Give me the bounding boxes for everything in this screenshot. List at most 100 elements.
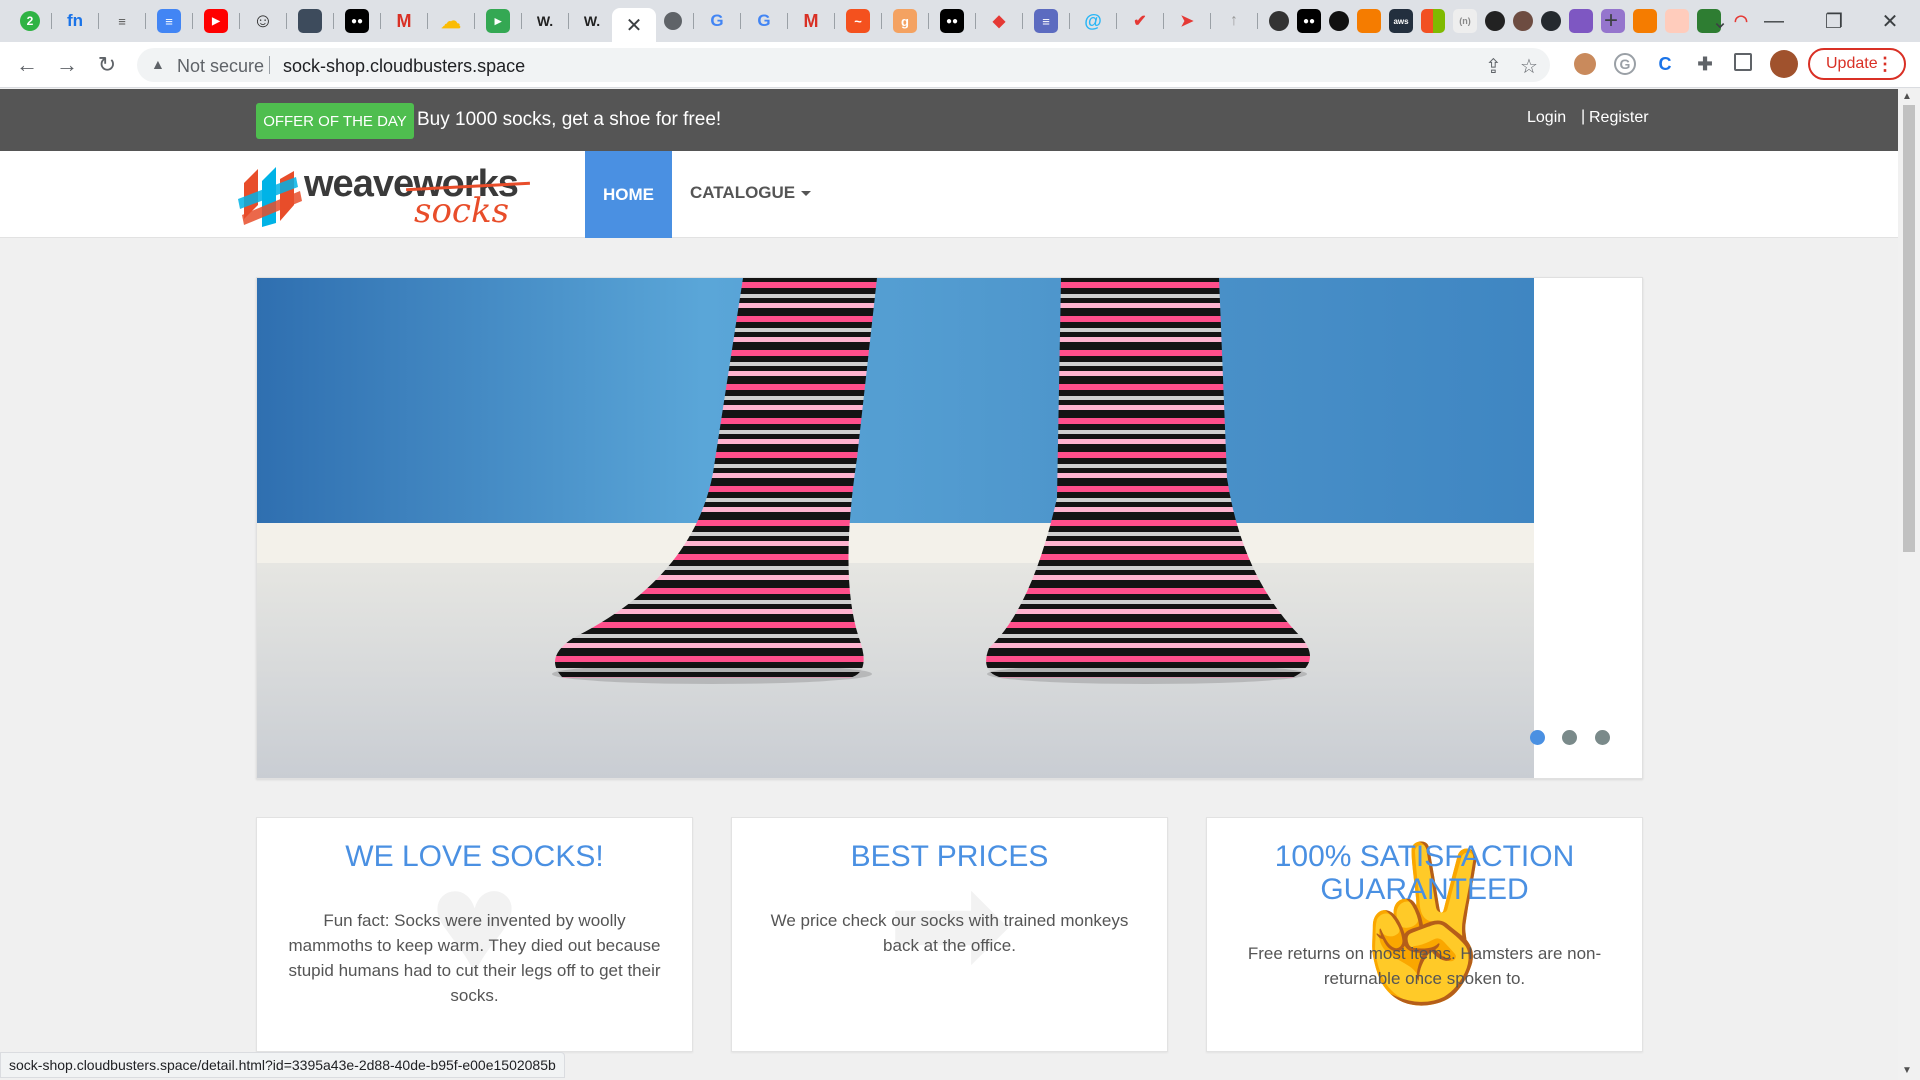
c-extension-icon[interactable]: C [1654, 53, 1676, 75]
feature-body: Fun fact: Socks were invented by woolly … [288, 911, 661, 1005]
reload-icon[interactable]: ↻ [92, 50, 122, 80]
carousel-dot-2[interactable] [1562, 730, 1577, 745]
tab-favicon-fn[interactable]: fn [63, 9, 87, 33]
tab-favicon-pdf[interactable]: ➤ [1175, 9, 1199, 33]
tab-separator [928, 13, 929, 29]
tab-favicon-swirl[interactable]: @ [1081, 9, 1105, 33]
nav-home[interactable]: HOME [585, 151, 672, 238]
tab-favicon-orange-cube[interactable] [1357, 9, 1381, 33]
tab-favicon-photo[interactable] [298, 9, 322, 33]
tab-separator [239, 13, 240, 29]
close-tab-icon[interactable]: ✕ [626, 13, 643, 38]
tab-separator [145, 13, 146, 29]
tab-favicon-bars[interactable]: ≡ [110, 9, 134, 33]
side-panel-icon[interactable] [1734, 53, 1752, 71]
tab-favicon-medium[interactable]: ●● [345, 9, 369, 33]
tab-favicon-dark-circle[interactable] [1269, 11, 1289, 31]
tab-favicon-orange-cube-2[interactable] [1633, 9, 1657, 33]
active-tab[interactable]: ✕ [612, 8, 656, 42]
feature-card-love-socks: ♥ WE LOVE SOCKS! Fun fact: Socks were in… [256, 817, 693, 1052]
scroll-down-icon[interactable]: ▼ [1902, 1065, 1912, 1076]
tab-favicon-check[interactable]: ✔ [1128, 9, 1152, 33]
feature-body: We price check our socks with trained mo… [770, 911, 1129, 955]
close-window-icon[interactable]: ✕ [1870, 6, 1910, 36]
extension-avatar-icon[interactable] [1574, 53, 1596, 75]
tab-favicon-avatar[interactable] [1513, 11, 1533, 31]
scroll-up-icon[interactable]: ▲ [1902, 91, 1912, 102]
address-bar[interactable]: ▲ Not secure sock-shop.cloudbusters.spac… [137, 48, 1550, 82]
tab-favicon-black-circle[interactable] [1329, 11, 1349, 31]
tab-favicon-aws[interactable]: aws [1389, 9, 1413, 33]
security-label[interactable]: Not secure [177, 56, 264, 77]
tab-favicon-2[interactable]: 2 [20, 11, 40, 31]
menu-icon[interactable]: ⋮ [1876, 54, 1894, 75]
tab-favicon-globe[interactable] [664, 12, 682, 30]
weaveworks-socks-logo[interactable]: weaveworks socks [236, 161, 536, 231]
tab-favicon-github[interactable] [1541, 11, 1561, 31]
page-scrollbar[interactable]: ▲ ▼ [1898, 89, 1920, 1080]
bookmark-star-icon[interactable]: ☆ [1520, 54, 1538, 79]
tab-favicon-purple[interactable] [1569, 9, 1593, 33]
feature-title: 100% SATISFACTION GUARANTEED [1274, 840, 1575, 906]
login-link[interactable]: Login [1527, 109, 1566, 127]
weaveworks-logo-icon [238, 167, 302, 227]
tab-favicon-antenna[interactable]: ↑ [1222, 9, 1246, 33]
tab-separator [333, 13, 334, 29]
tab-separator [51, 13, 52, 29]
profile-avatar[interactable] [1770, 50, 1798, 78]
tab-favicon-docs[interactable]: ≡ [157, 9, 181, 33]
tab-favicon-smile[interactable]: ☺ [251, 9, 275, 33]
tab-favicon-n[interactable]: (n) [1453, 9, 1477, 33]
link-status-bar: sock-shop.cloudbusters.space/detail.html… [0, 1052, 565, 1078]
restore-icon[interactable]: ❐ [1814, 6, 1854, 36]
warning-icon[interactable]: ▲ [151, 56, 165, 72]
minimize-icon[interactable]: — [1754, 6, 1794, 36]
tab-favicon-blue[interactable]: ≡ [1034, 9, 1058, 33]
share-icon[interactable]: ⇪ [1485, 54, 1502, 79]
update-button[interactable]: Update ⋮ [1808, 48, 1906, 80]
offer-badge[interactable]: OFFER OF THE DAY [256, 103, 414, 139]
tab-search-icon[interactable]: ⌄ [1700, 6, 1740, 36]
feature-body: Free returns on most items. Hamsters are… [1247, 944, 1602, 988]
hero-carousel[interactable] [256, 277, 1643, 779]
tab-favicon-g-orange[interactable]: g [893, 9, 917, 33]
tab-favicon-gmail[interactable]: M [392, 9, 416, 33]
url-text[interactable]: sock-shop.cloudbusters.space [283, 56, 525, 77]
tab-favicon-wiki[interactable]: W. [533, 9, 557, 33]
back-icon[interactable]: ← [12, 50, 42, 80]
tab-favicon-microsoft[interactable] [1421, 9, 1445, 33]
tab-favicon-google[interactable]: G [705, 9, 729, 33]
tab-favicon-cloud[interactable]: ☁ [439, 9, 463, 33]
tab-separator [1210, 13, 1211, 29]
tab-favicon-medium-3[interactable]: ●● [1297, 9, 1321, 33]
grammarly-icon[interactable]: G [1614, 53, 1636, 75]
carousel-dot-3[interactable] [1595, 730, 1610, 745]
tab-favicon-meet[interactable]: ▸ [486, 9, 510, 33]
new-tab-button[interactable]: + [1598, 7, 1624, 34]
puzzle-icon[interactable]: ✚ [1694, 53, 1716, 75]
forward-icon[interactable]: → [52, 50, 82, 80]
nav-catalogue-dropdown[interactable]: CATALOGUE [690, 183, 812, 203]
tab-separator [1069, 13, 1070, 29]
offer-bar: OFFER OF THE DAY Buy 1000 socks, get a s… [0, 89, 1898, 151]
tab-favicon-wiki-2[interactable]: W. [580, 9, 604, 33]
tab-favicon-medium-2[interactable]: ●● [940, 9, 964, 33]
tab-favicon-gmail-2[interactable]: M [799, 9, 823, 33]
tab-favicon-person[interactable] [1665, 9, 1689, 33]
carousel-dot-1[interactable] [1530, 730, 1545, 745]
tab-separator [427, 13, 428, 29]
tab-separator [380, 13, 381, 29]
tab-favicon-black-2[interactable] [1485, 11, 1505, 31]
scroll-thumb[interactable] [1903, 105, 1915, 552]
tab-favicon-google-2[interactable]: G [752, 9, 776, 33]
tab-favicon-orange[interactable]: ~ [846, 9, 870, 33]
tab-favicon-youtube[interactable]: ▶ [204, 9, 228, 33]
page-viewport: OFFER OF THE DAY Buy 1000 socks, get a s… [0, 89, 1898, 1080]
account-separator: | [1581, 108, 1586, 125]
register-link[interactable]: Register [1589, 109, 1649, 127]
feature-card-satisfaction: ✌ 100% SATISFACTION GUARANTEED Free retu… [1206, 817, 1643, 1052]
tab-favicon-red-diamond[interactable]: ◆ [987, 9, 1011, 33]
feature-title: BEST PRICES [850, 840, 1049, 873]
tab-separator [568, 13, 569, 29]
tab-separator [1022, 13, 1023, 29]
